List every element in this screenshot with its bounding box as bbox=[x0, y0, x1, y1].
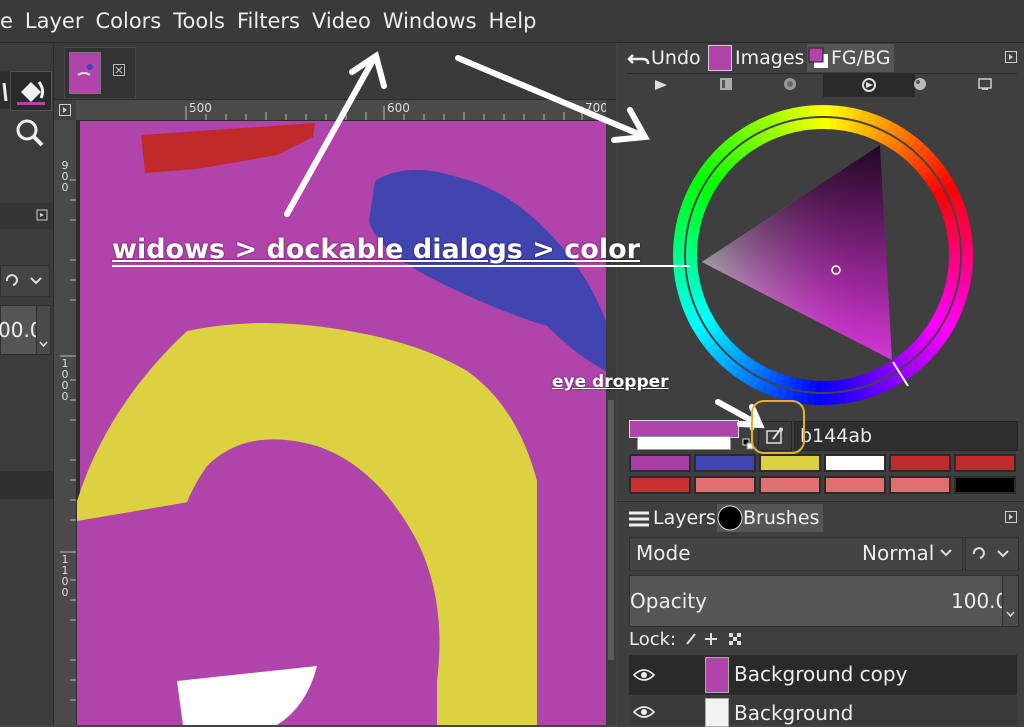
annotation-arrows bbox=[112, 51, 805, 454]
arrow-to-windows-menu bbox=[284, 59, 375, 217]
arrow-to-color-dialog bbox=[455, 55, 644, 138]
annotation-eyedropper-text: eye dropper bbox=[552, 372, 669, 392]
annotation-main-text: widows > dockable dialogs > color bbox=[112, 234, 640, 265]
